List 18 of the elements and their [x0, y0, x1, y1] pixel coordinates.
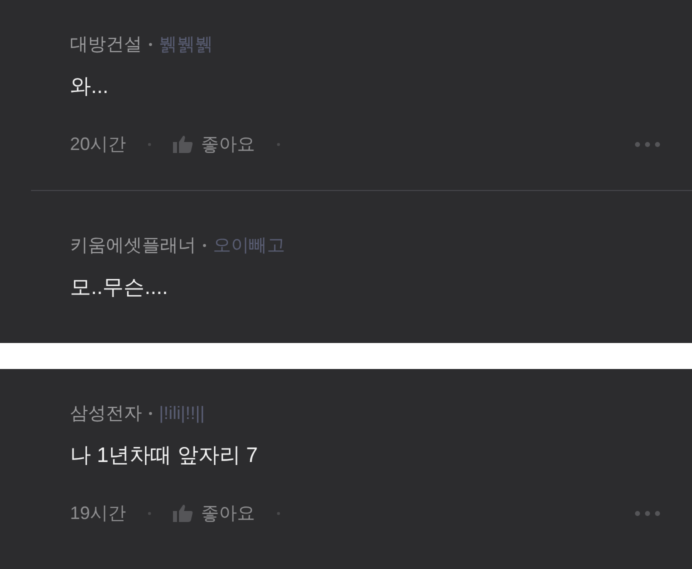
like-button[interactable]: 좋아요: [173, 501, 256, 525]
separator-dot: [203, 244, 206, 246]
thumbs-up-icon: [173, 504, 194, 522]
comment-text: 나 1년차때 앞자리 7: [70, 443, 259, 469]
like-button[interactable]: 좋아요: [173, 132, 256, 156]
company-name: 삼성전자: [70, 402, 142, 425]
comment-text: 모..무슨....: [70, 275, 170, 301]
separator-dot: [149, 42, 152, 46]
nickname: |!ili|!!||: [159, 402, 205, 424]
nickname: 뷁뷁뷁: [159, 33, 213, 56]
thumbs-up-icon: [173, 135, 194, 153]
nickname: 오이빼고: [213, 234, 285, 257]
comment-text: 와...: [70, 74, 110, 100]
separator-dot: [149, 412, 152, 414]
company-name: 키움에셋플래너: [70, 234, 196, 257]
timestamp: 20시간: [70, 133, 126, 156]
company-name: 대방건설: [70, 33, 142, 56]
timestamp: 19시간: [70, 502, 126, 525]
